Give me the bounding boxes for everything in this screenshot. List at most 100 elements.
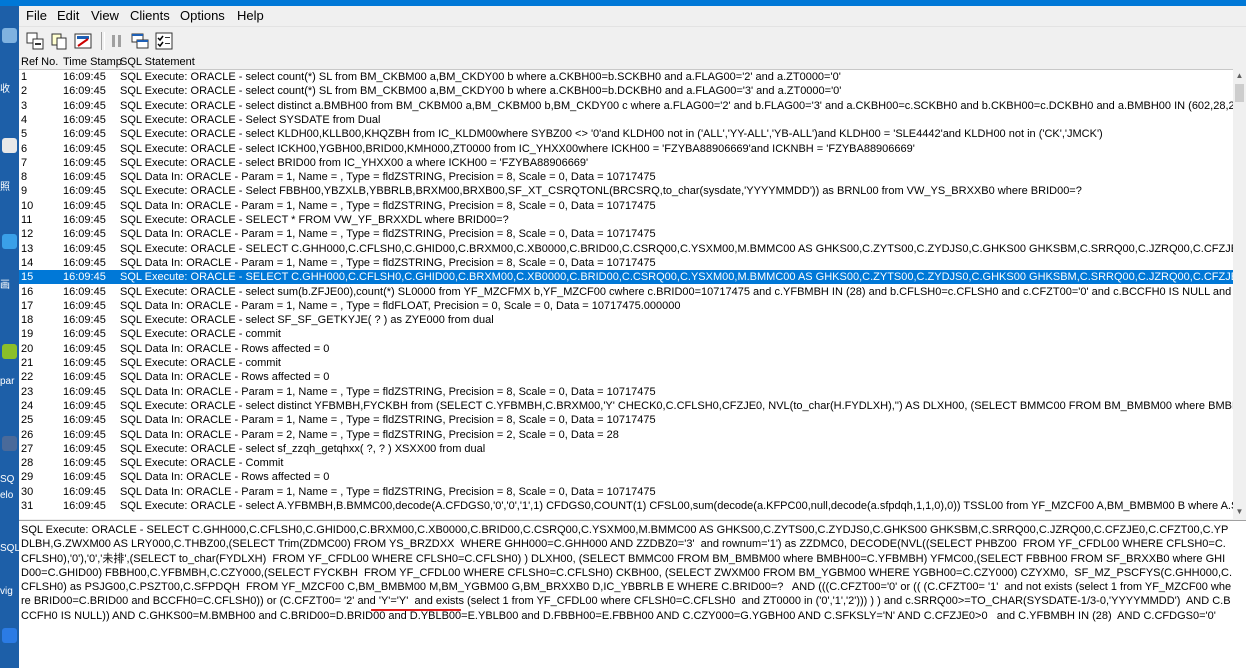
sql-log-list[interactable]: 1 16:09:45 SQL Execute: ORACLE - select co… [19,69,1233,519]
table-row[interactable]: 20 16:09:45 SQL Data In: ORACLE - Rows aff… [19,342,1233,356]
table-row[interactable]: 2 16:09:45 SQL Execute: ORACLE - select co… [19,84,1233,98]
time-cell: 16:09:45 [63,185,106,198]
sql-cell: SQL Execute: ORACLE - Commit [120,457,284,470]
time-cell: 16:09:45 [63,113,106,126]
sql-cell: SQL Execute: ORACLE - select count(*) SL… [120,71,841,83]
ref-cell: 29 [21,471,34,484]
scroll-down-icon[interactable]: ▼ [1233,505,1246,518]
sql-cell: SQL Execute: ORACLE - select sum(b.ZFJE0… [120,285,1233,298]
desktop-label: 收 [0,84,10,95]
sql-detail-pane[interactable]: SQL Execute: ORACLE - SELECT C.GHH000,C.… [19,520,1246,669]
vertical-scrollbar[interactable]: ▲ ▼ [1233,69,1246,518]
table-row[interactable]: 31 16:09:45 SQL Execute: ORACLE - select A… [19,499,1233,513]
desktop-app-icon[interactable] [2,28,17,43]
menu-file[interactable]: File [25,8,48,23]
table-row[interactable]: 1 16:09:45 SQL Execute: ORACLE - select co… [19,70,1233,84]
sql-cell: SQL Execute: ORACLE - select ICKH00,YGBH… [120,142,915,155]
time-cell: 16:09:45 [63,71,106,83]
sql-cell: SQL Execute: ORACLE - select BRID00 from… [120,156,589,169]
time-cell: 16:09:45 [63,156,106,169]
table-row[interactable]: 10 16:09:45 SQL Data In: ORACLE - Param = … [19,199,1233,213]
table-row[interactable]: 17 16:09:45 SQL Data In: ORACLE - Param = … [19,299,1233,313]
time-cell: 16:09:45 [63,399,106,412]
time-cell: 16:09:45 [63,414,106,427]
menu-help[interactable]: Help [236,8,265,23]
ref-cell: 14 [21,256,34,269]
table-row[interactable]: 13 16:09:45 SQL Execute: ORACLE - SELECT C… [19,242,1233,256]
table-row[interactable]: 14 16:09:45 SQL Data In: ORACLE - Param = … [19,256,1233,270]
table-row[interactable]: 9 16:09:45 SQL Execute: ORACLE - Select FB… [19,184,1233,198]
table-row[interactable]: 8 16:09:45 SQL Data In: ORACLE - Param = 1… [19,170,1233,184]
table-row[interactable]: 4 16:09:45 SQL Execute: ORACLE - Select SY… [19,113,1233,127]
table-row[interactable]: 30 16:09:45 SQL Data In: ORACLE - Param = … [19,485,1233,499]
column-header-ref[interactable]: Ref No. [21,56,58,68]
table-row[interactable]: 6 16:09:45 SQL Execute: ORACLE - select IC… [19,142,1233,156]
menu-clients[interactable]: Clients [129,8,171,23]
save-log-icon[interactable] [26,32,44,50]
desktop-app-icon[interactable] [2,344,17,359]
sql-cell: SQL Execute: ORACLE - SELECT C.GHH000,C.… [120,242,1233,255]
ref-cell: 7 [21,156,28,169]
table-row[interactable]: 23 16:09:45 SQL Data In: ORACLE - Param = … [19,385,1233,399]
desktop-app-icon[interactable] [2,628,17,643]
sql-cell: SQL Data In: ORACLE - Param = 2, Name = … [120,428,619,441]
menu-edit[interactable]: Edit [56,8,80,23]
ref-cell: 8 [21,171,28,184]
table-row[interactable]: 29 16:09:45 SQL Data In: ORACLE - Rows aff… [19,470,1233,484]
sql-detail-text[interactable]: SQL Execute: ORACLE - SELECT C.GHH000,C.… [21,523,1233,623]
sql-cell: SQL Execute: ORACLE - select count(*) SL… [120,85,842,98]
sql-cell: SQL Data In: ORACLE - Param = 1, Name = … [120,256,656,269]
menu-view[interactable]: View [90,8,120,23]
sql-cell: SQL Execute: ORACLE - select SF_SF_GETKY… [120,314,494,327]
table-row[interactable]: 16 16:09:45 SQL Execute: ORACLE - select s… [19,285,1233,299]
ref-cell: 27 [21,442,34,455]
desktop-app-icon[interactable] [2,234,17,249]
time-cell: 16:09:45 [63,171,106,184]
scroll-thumb[interactable] [1235,84,1244,102]
clear-log-icon[interactable] [74,32,92,50]
menu-options[interactable]: Options [179,8,226,23]
ref-cell: 16 [21,285,34,298]
ref-cell: 22 [21,371,34,384]
desktop-app-icon[interactable] [2,436,17,451]
options-checklist-icon[interactable] [155,32,173,50]
table-row[interactable]: 11 16:09:45 SQL Execute: ORACLE - SELECT *… [19,213,1233,227]
sql-cell: SQL Data In: ORACLE - Rows affected = 0 [120,471,330,484]
ref-cell: 20 [21,342,34,355]
table-row[interactable]: 15 16:09:45 SQL Execute: ORACLE - SELECT C… [19,270,1233,285]
table-row[interactable]: 26 16:09:45 SQL Data In: ORACLE - Param = … [19,428,1233,442]
scroll-up-icon[interactable]: ▲ [1233,69,1246,82]
ref-cell: 12 [21,228,34,241]
column-header-sql[interactable]: SQL Statement [120,56,195,68]
table-row[interactable]: 22 16:09:45 SQL Data In: ORACLE - Rows aff… [19,370,1233,384]
sql-cell: SQL Execute: ORACLE - select distinct a.… [120,99,1233,112]
table-row[interactable]: 18 16:09:45 SQL Execute: ORACLE - select S… [19,313,1233,327]
table-row[interactable]: 21 16:09:45 SQL Execute: ORACLE - commit [19,356,1233,370]
ref-cell: 3 [21,99,28,112]
ref-cell: 6 [21,142,28,155]
sql-cell: SQL Execute: ORACLE - SELECT * FROM VW_Y… [120,214,509,226]
time-cell: 16:09:45 [63,299,106,312]
time-cell: 16:09:45 [63,85,106,98]
windows-icon[interactable] [131,32,149,50]
sql-cell: SQL Execute: ORACLE - select A.YFBMBH,B.… [120,500,1233,512]
sql-cell: SQL Data In: ORACLE - Param = 1, Name = … [120,228,656,241]
pause-icon[interactable] [108,32,126,50]
table-row[interactable]: 3 16:09:45 SQL Execute: ORACLE - select di… [19,99,1233,113]
table-row[interactable]: 12 16:09:45 SQL Data In: ORACLE - Param = … [19,227,1233,241]
copy-icon[interactable] [50,32,68,50]
table-row[interactable]: 27 16:09:45 SQL Execute: ORACLE - select s… [19,442,1233,456]
desktop-background: 收 照 画 par SQ SQL vig elo [0,6,19,668]
table-row[interactable]: 28 16:09:45 SQL Execute: ORACLE - Commit [19,456,1233,470]
table-row[interactable]: 19 16:09:45 SQL Execute: ORACLE - commit [19,327,1233,341]
table-row[interactable]: 25 16:09:45 SQL Data In: ORACLE - Param = … [19,413,1233,427]
desktop-app-icon[interactable] [2,138,17,153]
column-header-time[interactable]: Time Stamp [63,56,122,68]
ref-cell: 9 [21,185,28,198]
table-row[interactable]: 24 16:09:45 SQL Execute: ORACLE - select d… [19,399,1233,413]
table-row[interactable]: 7 16:09:45 SQL Execute: ORACLE - select BR… [19,156,1233,170]
sql-cell: SQL Execute: ORACLE - select sf_zzqh_get… [120,442,486,455]
sql-cell: SQL Execute: ORACLE - select distinct YF… [120,399,1233,412]
time-cell: 16:09:45 [63,471,106,484]
table-row[interactable]: 5 16:09:45 SQL Execute: ORACLE - select KL… [19,127,1233,141]
